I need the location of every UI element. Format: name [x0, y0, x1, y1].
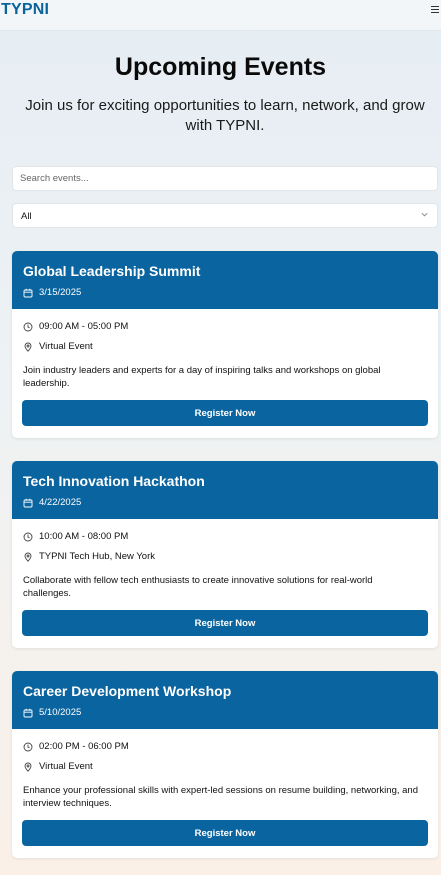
chevron-down-icon	[421, 212, 428, 217]
event-title: Career Development Workshop	[23, 683, 232, 699]
event-card-header: Global Leadership Summit 3/15/2025	[12, 251, 438, 309]
event-location-row: TYPNI Tech Hub, New York	[23, 551, 423, 563]
logo[interactable]: TYPNI	[1, 0, 49, 20]
top-nav-bar: TYPNI	[0, 0, 441, 31]
event-description: Collaborate with fellow tech enthusiasts…	[23, 575, 373, 599]
register-button[interactable]: Register Now	[22, 610, 428, 636]
hamburger-menu-icon[interactable]	[430, 4, 440, 14]
event-time: 09:00 AM - 05:00 PM	[39, 321, 129, 332]
page-subtitle: Join us for exciting opportunities to le…	[25, 97, 425, 134]
event-card: Tech Innovation Hackathon 4/22/2025 10:0…	[12, 461, 438, 648]
event-title: Global Leadership Summit	[23, 263, 201, 279]
clock-icon	[23, 532, 33, 542]
event-time-row: 10:00 AM - 08:00 PM	[23, 531, 423, 543]
event-time-row: 02:00 PM - 06:00 PM	[23, 741, 423, 753]
event-time: 10:00 AM - 08:00 PM	[39, 531, 129, 542]
register-button[interactable]: Register Now	[22, 400, 428, 426]
clock-icon	[23, 322, 33, 332]
event-description: Enhance your professional skills with ex…	[23, 785, 418, 809]
clock-icon	[23, 742, 33, 752]
event-date: 5/10/2025	[39, 707, 82, 718]
calendar-icon	[23, 498, 33, 508]
map-pin-icon	[24, 342, 32, 352]
event-description: Join industry leaders and experts for a …	[23, 365, 381, 389]
register-button[interactable]: Register Now	[22, 820, 428, 846]
page-title: Upcoming Events	[114, 53, 327, 81]
event-location-row: Virtual Event	[23, 341, 423, 353]
event-title: Tech Innovation Hackathon	[23, 473, 205, 489]
calendar-icon	[23, 288, 33, 298]
event-location-row: Virtual Event	[23, 761, 423, 773]
search-input[interactable]	[12, 166, 438, 191]
event-location: Virtual Event	[39, 761, 93, 772]
event-date: 3/15/2025	[39, 287, 82, 298]
category-select-value: All	[21, 211, 32, 222]
event-location: Virtual Event	[39, 341, 93, 352]
calendar-icon	[23, 708, 33, 718]
event-location: TYPNI Tech Hub, New York	[39, 551, 155, 562]
event-card: Career Development Workshop 5/10/2025 02…	[12, 671, 438, 858]
event-date: 4/22/2025	[39, 497, 82, 508]
event-card: Global Leadership Summit 3/15/2025 09:00…	[12, 251, 438, 438]
event-time-row: 09:00 AM - 05:00 PM	[23, 321, 423, 333]
map-pin-icon	[24, 762, 32, 772]
map-pin-icon	[24, 552, 32, 562]
event-card-header: Tech Innovation Hackathon 4/22/2025	[12, 461, 438, 519]
category-select[interactable]: All	[12, 203, 438, 228]
event-card-header: Career Development Workshop 5/10/2025	[12, 671, 438, 729]
event-time: 02:00 PM - 06:00 PM	[39, 741, 129, 752]
